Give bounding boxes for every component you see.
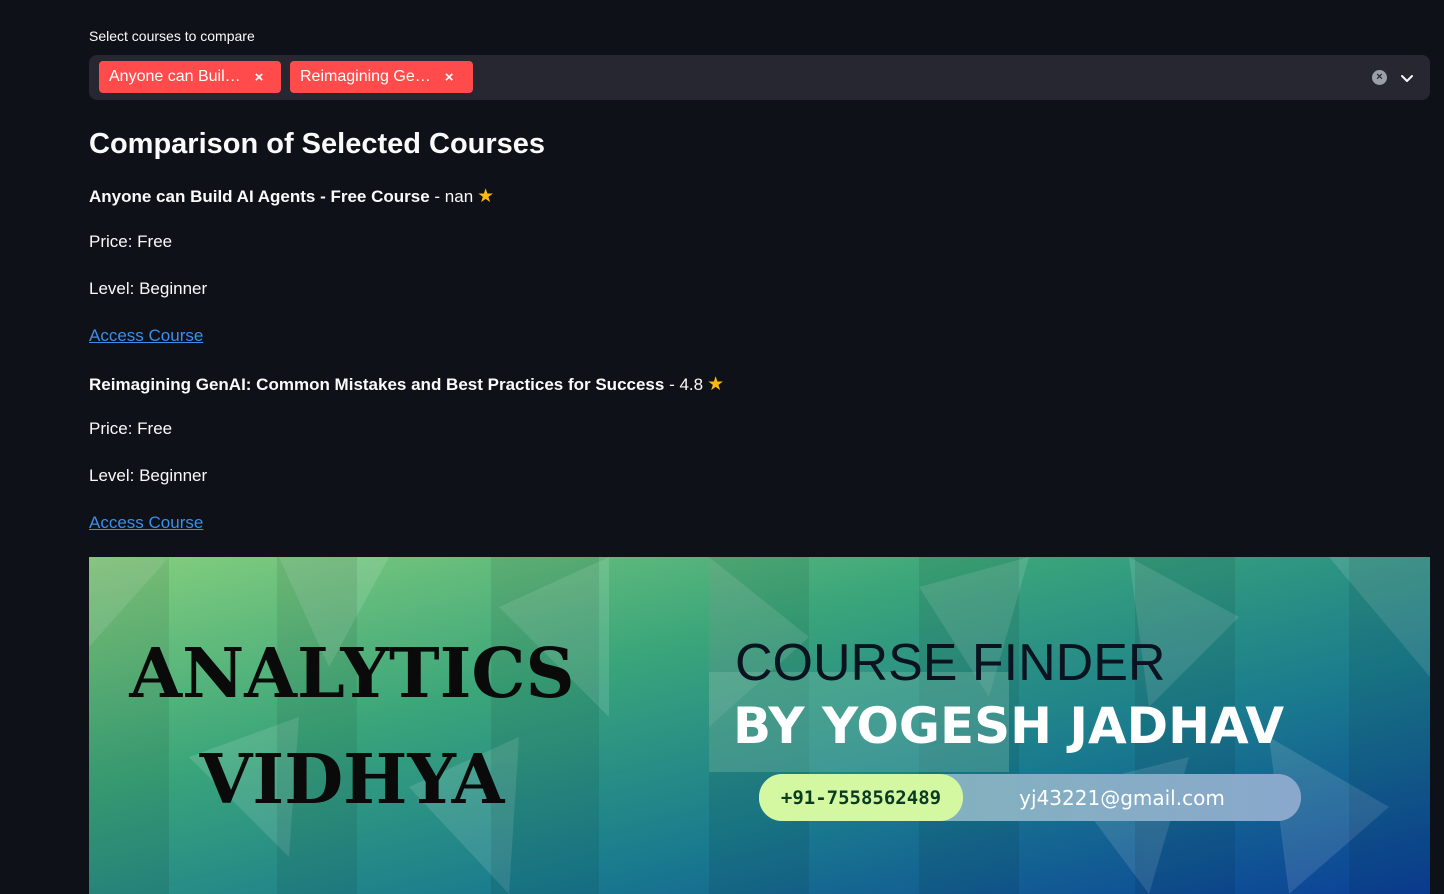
course-selector-label: Select courses to compare [89,28,255,44]
course-multiselect[interactable]: Anyone can Buil… × Reimagining Ge… × × [89,55,1430,100]
chevron-down-icon[interactable] [1400,71,1414,85]
star-icon: ★ [707,374,725,395]
banner-title-line-2: BY YOGESH JADHAV [733,697,1284,755]
remove-tag-icon[interactable]: × [255,69,264,86]
course-rating: - nan [429,187,474,206]
selected-course-tag: Anyone can Buil… × [99,61,281,93]
access-course-link[interactable]: Access Course [89,326,203,346]
banner-graphic: ANALYTICS VIDHYA COURSE FINDER BY YOGESH… [89,557,1430,894]
banner-title-line-1: COURSE FINDER [735,634,1165,692]
course-name: Reimagining GenAI: Common Mistakes and B… [89,375,665,394]
selected-course-tag: Reimagining Ge… × [290,61,473,93]
course-name: Anyone can Build AI Agents - Free Course [89,187,430,206]
course-title-line: Anyone can Build AI Agents - Free Course… [89,185,494,208]
star-icon: ★ [477,186,495,207]
course-rating: - 4.8 [664,375,704,394]
brand-line-2: VIDHYA [199,740,506,820]
course-finder-banner: ANALYTICS VIDHYA COURSE FINDER BY YOGESH… [89,557,1430,894]
remove-tag-icon[interactable]: × [445,69,454,86]
access-course-link[interactable]: Access Course [89,513,203,533]
tag-label: Reimagining Ge… [300,68,431,85]
course-price: Price: Free [89,419,173,438]
course-title-line: Reimagining GenAI: Common Mistakes and B… [89,373,724,396]
tag-label: Anyone can Buil… [109,68,241,85]
clear-all-icon[interactable]: × [1372,70,1387,85]
contact-phone: +91-7558562489 [781,787,941,809]
course-price: Price: Free [89,232,173,251]
comparison-title: Comparison of Selected Courses [89,128,546,160]
course-level: Level: Beginner [89,466,208,485]
contact-email: yj43221@gmail.com [1019,786,1225,810]
brand-line-1: ANALYTICS [128,634,574,714]
course-level: Level: Beginner [89,279,208,298]
